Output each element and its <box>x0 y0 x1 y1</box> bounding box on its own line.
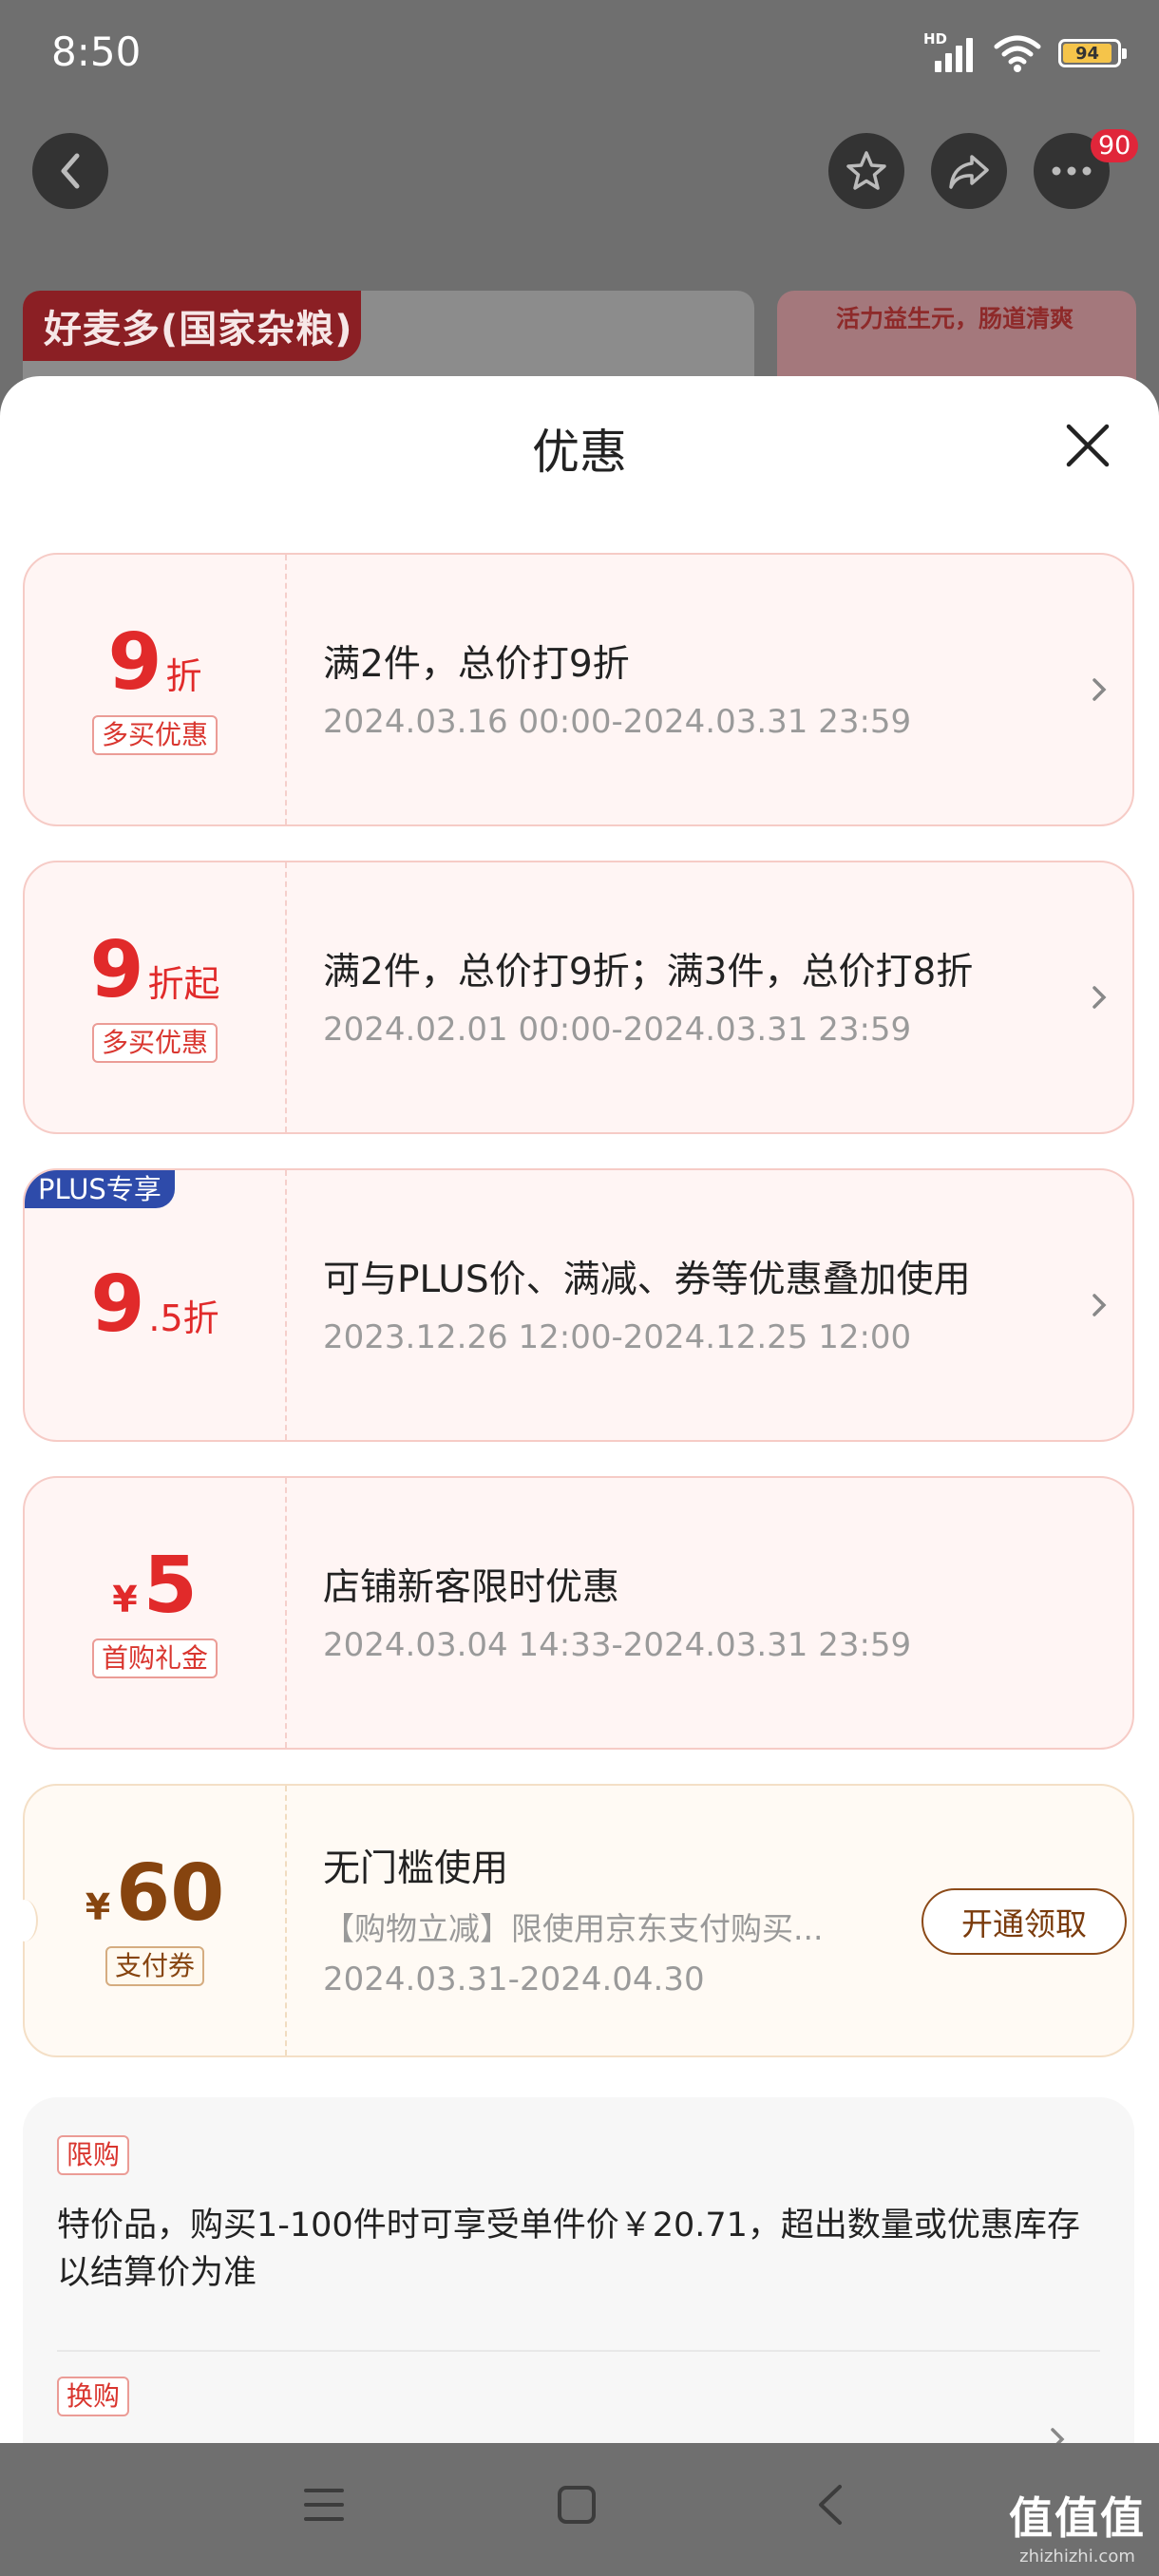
offers-sheet: 优惠 9折 多买优惠 满2件，总价打9折 2024.03.16 00:00-20… <box>0 376 1159 2443</box>
limit-purchase-text: 特价品，购买1-100件时可享受单件价￥20.71，超出数量或优惠库存以结算价为… <box>57 2207 1080 2292</box>
offer-amount: 60 <box>116 1848 225 1939</box>
offer-tag: 支付券 <box>104 1946 204 1986</box>
back-nav-icon[interactable] <box>813 2483 846 2527</box>
chevron-right-icon[interactable] <box>1047 2420 1070 2443</box>
currency-symbol: ¥ <box>112 1579 138 1620</box>
battery-level: 94 <box>1063 44 1112 64</box>
star-icon <box>846 151 886 190</box>
offer-tag: 多买优惠 <box>91 715 218 755</box>
offer-date: 2024.03.16 00:00-2024.03.31 23:59 <box>323 703 912 741</box>
offer-subtext: 【购物立减】限使用京东支付购买... <box>323 1910 824 1947</box>
watermark-url: zhizhizhi.com <box>1019 2547 1135 2567</box>
divider <box>57 2350 1100 2352</box>
offer-unit: 折 <box>165 655 202 697</box>
brand-logo: 好麦多(国家杂粮) <box>23 291 361 361</box>
promo-banner-text: 活力益生元，肠道清爽 <box>836 305 1074 332</box>
watermark: 值值值 zhizhizhi.com <box>1009 2484 1146 2567</box>
offer-unit: .5折 <box>148 1297 219 1339</box>
battery-icon: 94 <box>1058 39 1127 67</box>
wifi-icon <box>994 35 1041 72</box>
share-icon <box>949 155 989 189</box>
payment-coupon-card[interactable]: ¥60 支付券 无门槛使用 【购物立减】限使用京东支付购买... 2024.03… <box>11 1784 1134 2057</box>
offer-description: 可与PLUS价、满减、券等优惠叠加使用 <box>323 1259 971 1301</box>
offer-tag: 首购礼金 <box>91 1638 218 1678</box>
plus-offer-card[interactable]: PLUS专享 9.5折 可与PLUS价、满减、券等优惠叠加使用 2023.12.… <box>23 1168 1134 1442</box>
purchase-rules: 限购 特价品，购买1-100件时可享受单件价￥20.71，超出数量或优惠库存以结… <box>23 2097 1134 2443</box>
offer-description: 满2件，总价打9折；满3件，总价打8折 <box>323 951 974 994</box>
back-button[interactable] <box>32 133 108 209</box>
more-icon <box>1052 166 1092 176</box>
share-button[interactable] <box>931 133 1007 209</box>
chevron-right-icon <box>1092 678 1107 701</box>
status-bar: 8:50 HD 94 <box>0 0 1159 106</box>
favorite-button[interactable] <box>828 133 904 209</box>
offer-description: 店铺新客限时优惠 <box>323 1566 620 1609</box>
offer-card[interactable]: 9 折起 多买优惠 满2件，总价打9折；满3件，总价打8折 2024.02.01 … <box>23 861 1134 1134</box>
clock: 8:50 <box>51 28 142 75</box>
offer-card[interactable]: 9折 多买优惠 满2件，总价打9折 2024.03.16 00:00-2024.… <box>23 553 1134 826</box>
currency-symbol: ¥ <box>85 1886 111 1928</box>
system-nav-bar: 值值值 zhizhizhi.com <box>0 2443 1159 2576</box>
offer-description: 满2件，总价打9折 <box>323 643 630 686</box>
trade-in-tag: 换购 <box>57 2377 130 2416</box>
offer-date: 2024.03.31-2024.04.30 <box>323 1960 705 1998</box>
offer-date: 2023.12.26 12:00-2024.12.25 12:00 <box>323 1318 912 1356</box>
chevron-left-icon <box>61 153 80 189</box>
offer-amount: 5 <box>142 1541 198 1631</box>
offer-tag: 多买优惠 <box>91 1023 218 1063</box>
offer-description: 无门槛使用 <box>323 1847 509 1890</box>
limit-purchase-tag: 限购 <box>57 2135 130 2175</box>
offer-unit: 折起 <box>147 963 220 1005</box>
offer-amount: 9 <box>89 925 144 1015</box>
chevron-right-icon <box>1092 986 1107 1009</box>
offer-date: 2024.03.04 14:33-2024.03.31 23:59 <box>323 1626 912 1664</box>
home-icon[interactable] <box>555 2483 598 2527</box>
menu-icon[interactable] <box>302 2485 346 2525</box>
close-icon[interactable] <box>1064 422 1112 469</box>
message-count-badge: 90 <box>1091 129 1139 162</box>
signal-icon: HD <box>923 30 977 72</box>
chevron-right-icon <box>1092 1294 1107 1316</box>
activate-claim-button[interactable]: 开通领取 <box>922 1888 1127 1955</box>
offer-card[interactable]: ¥5 首购礼金 店铺新客限时优惠 2024.03.04 14:33-2024.0… <box>23 1476 1134 1750</box>
offer-date: 2024.02.01 00:00-2024.03.31 23:59 <box>323 1011 912 1049</box>
offer-amount: 9 <box>107 617 162 708</box>
watermark-logo: 值值值 <box>1009 2492 1146 2544</box>
offer-amount: 9 <box>90 1260 145 1350</box>
sheet-title: 优惠 <box>532 425 627 480</box>
